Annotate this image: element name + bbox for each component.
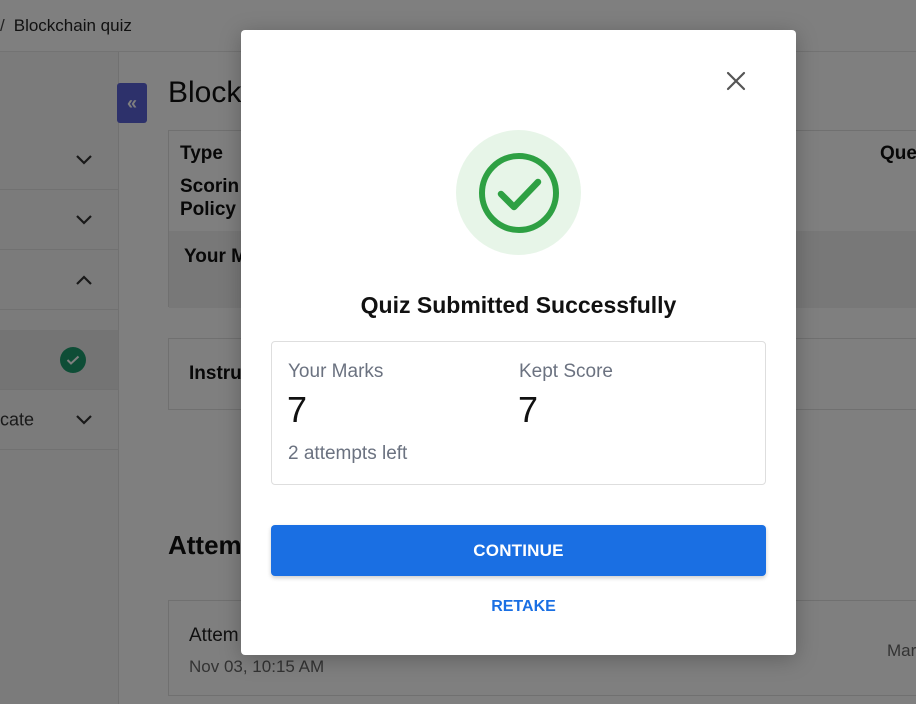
score-summary: Your Marks 7 Kept Score 7 2 attempts lef… bbox=[271, 341, 766, 485]
kept-score-value: 7 bbox=[518, 389, 539, 430]
attempts-left: 2 attempts left bbox=[288, 443, 408, 464]
close-button[interactable] bbox=[721, 66, 751, 96]
modal-title: Quiz Submitted Successfully bbox=[360, 292, 677, 318]
your-marks-value: 7 bbox=[287, 389, 308, 430]
your-marks-label: Your Marks bbox=[288, 361, 384, 382]
quiz-submitted-modal: Quiz Submitted Successfully Your Marks 7… bbox=[241, 30, 796, 655]
continue-button[interactable]: CONTINUE bbox=[271, 525, 766, 576]
retake-button[interactable]: RETAKE bbox=[241, 598, 806, 616]
check-circle-icon bbox=[478, 152, 559, 233]
success-badge bbox=[456, 130, 581, 255]
kept-score-label: Kept Score bbox=[519, 361, 613, 382]
close-icon bbox=[726, 71, 746, 91]
